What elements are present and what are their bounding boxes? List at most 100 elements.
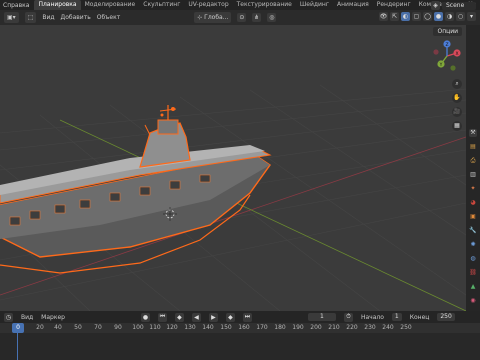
start-frame-field[interactable]: 1 [391,313,402,321]
top-bar: Справка Планировка Моделирование Скульпт… [0,0,480,10]
overlay-toggle-icon[interactable]: ◐ [401,12,410,21]
modifier-properties-icon[interactable]: 🔧 [469,227,477,235]
visibility-icon[interactable]: 👁 [379,12,388,21]
view-layer-icon[interactable]: ▥ [469,171,477,179]
data-properties-icon[interactable]: ▲ [469,283,477,291]
end-frame-field[interactable]: 250 [437,313,455,321]
tab-sculpting[interactable]: Скульптинг [139,0,184,10]
options-dropdown[interactable]: Опции [433,27,462,36]
object-properties-icon[interactable]: ▣ [469,213,477,221]
ortho-toggle-icon[interactable]: ▦ [452,121,462,131]
tick: 220 [346,324,358,331]
tab-texture-paint[interactable]: Текстурирование [233,0,296,10]
tick: 70 [94,324,102,331]
viewport-scene [0,84,466,311]
constraints-icon[interactable]: ⛓ [469,269,477,277]
play-reverse-icon[interactable]: ◀ [191,312,201,322]
tick: 130 [184,324,196,331]
render-properties-icon[interactable]: ▤ [469,143,477,151]
viewport-header: ▣▾ ⬚ Вид Добавить Объект ⊹ Глоба... ⊙ ⋔ … [0,10,480,25]
timeline-ruler[interactable]: 0 20 40 50 70 90 100 110 120 130 140 150… [0,323,480,333]
timeline-menu-view[interactable]: Вид [21,314,33,321]
clock-icon[interactable]: ⏱ [343,312,353,322]
proportional-edit-icon[interactable]: ◎ [267,13,277,22]
next-keyframe-icon[interactable]: ◆ [225,312,235,322]
tick: 230 [364,324,376,331]
gizmo-toggle-icon[interactable]: ⇱ [390,12,399,21]
tick: 200 [310,324,322,331]
material-properties-icon[interactable]: ◉ [469,297,477,305]
timeline-menu-marker[interactable]: Маркер [41,314,65,321]
xray-icon[interactable]: ▢ [412,12,421,21]
wireframe-shading-icon[interactable]: ◯ [423,12,432,21]
orientation-value: Глоба... [204,14,229,21]
scene-selector[interactable]: ◈ Scene [431,1,476,10]
tab-animation[interactable]: Анимация [333,0,373,10]
playhead[interactable]: 0 [12,323,24,333]
output-properties-icon[interactable]: ⎙ [469,157,477,165]
tab-rendering[interactable]: Рендеринг [373,0,415,10]
tick: 190 [292,324,304,331]
jump-end-icon[interactable]: ⏭ [242,312,252,322]
editor-type-icon[interactable]: ◷ [4,312,13,322]
jump-start-icon[interactable]: ⏮ [157,312,167,322]
gizmo-y-label: Y [439,62,443,68]
rendered-shading-icon[interactable]: ○ [456,12,465,21]
menu-help[interactable]: Справка [0,2,32,9]
prev-keyframe-icon[interactable]: ◆ [174,312,184,322]
play-icon[interactable]: ▶ [208,312,218,322]
shading-options-icon[interactable]: ▾ [467,12,476,21]
gizmo-z-label: Z [445,42,448,48]
tick: 180 [274,324,286,331]
menu-view[interactable]: Вид [42,14,54,21]
pan-hand-icon[interactable]: ✋ [452,93,462,103]
tick: 170 [256,324,268,331]
viewport-header-right: 👁 ⇱ ◐ ▢ ◯ ● ◑ ○ ▾ [379,12,476,21]
timeline-editor: ◷ Вид Маркер ● ⏮ ◆ ◀ ▶ ◆ ⏭ 1 ⏱ Начало 1 … [0,311,480,360]
tick: 150 [220,324,232,331]
tick: 210 [328,324,340,331]
tick: 20 [36,324,44,331]
timeline-body[interactable] [0,333,480,360]
end-label: Конец [409,313,430,321]
menu-add[interactable]: Добавить [61,14,91,21]
navigation-gizmo[interactable]: X Y Z [430,39,464,73]
material-shading-icon[interactable]: ◑ [445,12,454,21]
aircraft-carrier-model[interactable] [0,105,272,274]
scene-name[interactable]: Scene [442,1,476,10]
tick: 140 [202,324,214,331]
camera-view-icon[interactable]: 🎥 [452,107,462,117]
tick: 40 [54,324,62,331]
select-mode-button[interactable]: ⬚ [24,12,37,23]
gizmo-x-label: X [455,51,458,57]
particles-icon[interactable]: ✺ [469,241,477,249]
tick: 160 [238,324,250,331]
editor-type-button[interactable]: ▣▾ [4,12,19,23]
tick: 250 [400,324,412,331]
physics-icon[interactable]: ◍ [469,255,477,263]
zoom-icon[interactable]: ⌕ [452,79,462,89]
solid-shading-icon[interactable]: ● [434,12,443,21]
tab-uv-editing[interactable]: UV-редактор [184,0,232,10]
transform-orientation-dropdown[interactable]: ⊹ Глоба... [194,12,232,23]
tick: 50 [74,324,82,331]
scene-icon: ◈ [431,1,440,10]
record-icon[interactable]: ● [140,312,150,322]
tab-layout[interactable]: Планировка [34,0,81,10]
tick: 240 [382,324,394,331]
timeline-header: ◷ Вид Маркер ● ⏮ ◆ ◀ ▶ ◆ ⏭ 1 ⏱ Начало 1 … [0,311,480,323]
tool-properties-icon[interactable]: ⚒ [469,129,477,137]
snap-icon[interactable]: ⋔ [252,13,262,22]
tick: 120 [166,324,178,331]
playhead-line [17,333,18,360]
workspace-tabs: Планировка Моделирование Скульптинг UV-р… [34,0,480,10]
scene-properties-icon[interactable]: ✦ [469,185,477,193]
menu-object[interactable]: Объект [97,14,120,21]
3d-viewport[interactable]: Опции X Y Z ⌕ ✋ 🎥 ▦ [0,25,466,311]
tab-shading[interactable]: Шейдинг [296,0,333,10]
start-label: Начало [360,313,384,321]
pivot-icon[interactable]: ⊙ [237,13,247,22]
current-frame-field[interactable]: 1 [307,313,336,321]
world-properties-icon[interactable]: ◕ [469,199,477,207]
tab-modeling[interactable]: Моделирование [81,0,140,10]
